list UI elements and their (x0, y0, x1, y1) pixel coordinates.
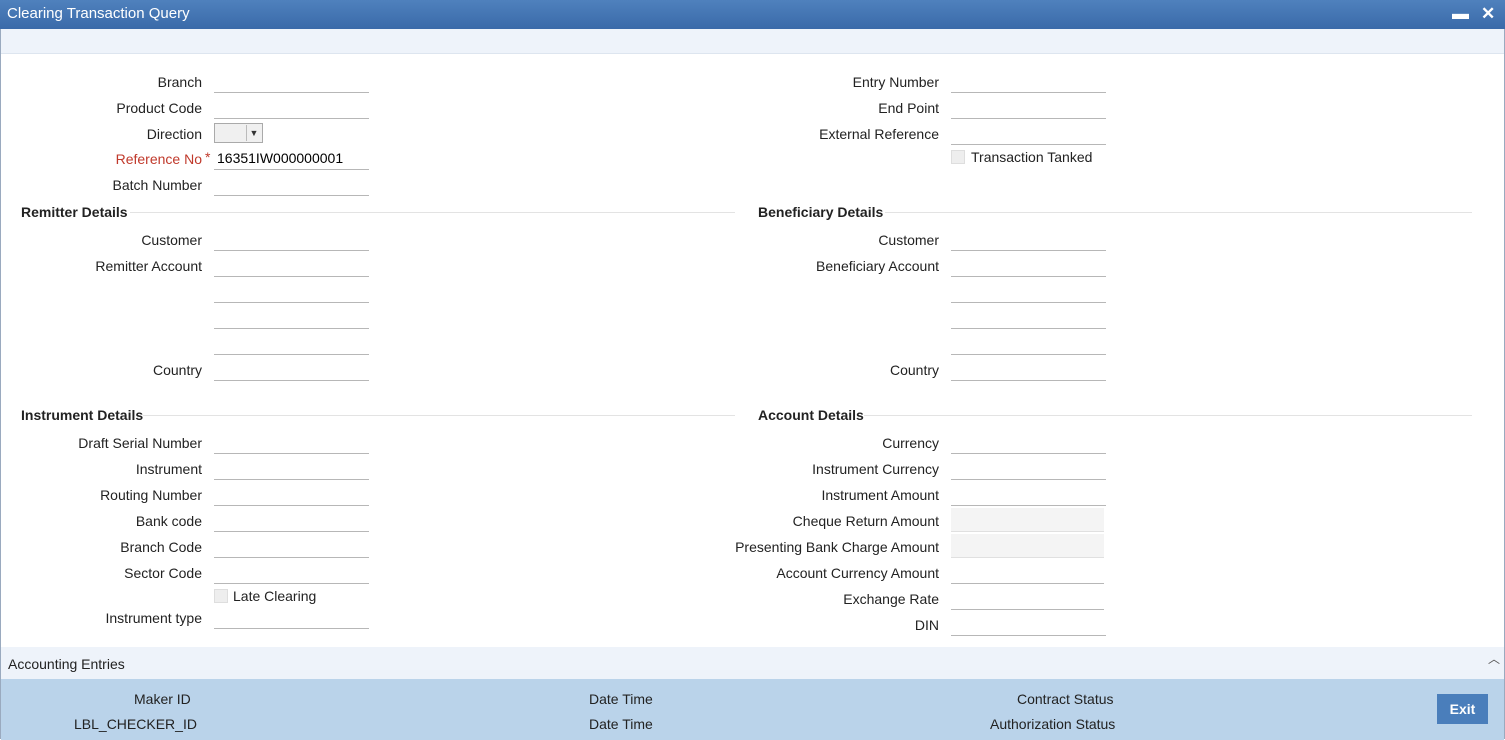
remitter-account-field[interactable] (214, 253, 369, 277)
beneficiary-customer-field[interactable] (951, 227, 1106, 251)
bank-code-label: Bank code (135, 513, 202, 529)
maker-id-label: Maker ID (134, 691, 191, 707)
draft-serial-number-field[interactable] (214, 430, 369, 454)
account-currency-amount-field[interactable] (951, 560, 1104, 584)
direction-select[interactable]: ▼ (214, 123, 263, 143)
instrument-type-field[interactable] (214, 605, 369, 629)
window-titlebar: Clearing Transaction Query ▬ ✕ (0, 0, 1505, 29)
beneficiary-account-label: Beneficiary Account (816, 258, 939, 274)
entry-number-field[interactable] (951, 69, 1106, 93)
instrument-amount-field[interactable] (951, 482, 1106, 506)
late-clearing-label: Late Clearing (233, 588, 317, 604)
draft-serial-number-label: Draft Serial Number (78, 435, 202, 451)
exchange-rate-label: Exchange Rate (843, 591, 939, 607)
transaction-tanked-checkbox[interactable] (951, 150, 965, 164)
toolbar-band (1, 29, 1504, 54)
reference-no-label: Reference No (2, 151, 202, 167)
batch-number-label: Batch Number (112, 177, 202, 193)
account-divider (864, 415, 1472, 416)
remitter-address-line-3[interactable] (214, 331, 369, 355)
beneficiary-address-line-3[interactable] (951, 331, 1106, 355)
routing-number-label: Routing Number (100, 487, 202, 503)
instrument-field[interactable] (214, 456, 369, 480)
beneficiary-divider (885, 212, 1472, 213)
exchange-rate-field[interactable] (951, 586, 1104, 610)
instrument-currency-label: Instrument Currency (812, 461, 939, 477)
currency-field[interactable] (951, 430, 1106, 454)
beneficiary-address-line-2[interactable] (951, 305, 1106, 329)
remitter-country-field[interactable] (214, 357, 369, 381)
reference-no-field[interactable] (214, 146, 369, 170)
branch-label: Branch (157, 74, 202, 90)
instrument-divider (143, 415, 735, 416)
sector-code-field[interactable] (214, 560, 369, 584)
external-reference-field[interactable] (951, 121, 1106, 145)
checker-date-time-label: Date Time (589, 716, 653, 732)
remitter-divider (130, 212, 735, 213)
din-label: DIN (914, 617, 939, 633)
account-details-title: Account Details (758, 407, 864, 423)
remitter-address-line-1[interactable] (214, 279, 369, 303)
branch-field[interactable] (214, 69, 369, 93)
product-code-label: Product Code (116, 100, 202, 116)
late-clearing-checkbox[interactable] (214, 589, 228, 603)
beneficiary-country-field[interactable] (951, 357, 1106, 381)
authorization-status-label: Authorization Status (990, 716, 1116, 732)
chevron-down-icon: ▼ (246, 125, 261, 141)
beneficiary-country-label: Country (889, 362, 939, 378)
required-mark: * (205, 149, 211, 165)
beneficiary-address-line-1[interactable] (951, 279, 1106, 303)
instrument-label: Instrument (135, 461, 202, 477)
transaction-tanked-label: Transaction Tanked (971, 149, 1093, 165)
presenting-bank-charge-field (951, 534, 1104, 558)
end-point-label: End Point (878, 100, 939, 116)
din-field[interactable] (951, 612, 1106, 636)
window-title: Clearing Transaction Query (7, 5, 190, 22)
account-currency-amount-label: Account Currency Amount (776, 565, 939, 581)
reference-no-label-text: Reference No (115, 151, 202, 167)
remitter-account-label: Remitter Account (95, 258, 202, 274)
accounting-entries-link[interactable]: Accounting Entries (8, 656, 125, 672)
remitter-address-line-2[interactable] (214, 305, 369, 329)
end-point-field[interactable] (951, 95, 1106, 119)
batch-number-field[interactable] (214, 172, 369, 196)
branch-code-field[interactable] (214, 534, 369, 558)
beneficiary-details-title: Beneficiary Details (758, 204, 884, 220)
chevron-up-icon[interactable]: ︿ (1488, 650, 1500, 667)
exit-button[interactable]: Exit (1437, 694, 1488, 724)
instrument-amount-label: Instrument Amount (821, 487, 939, 503)
branch-code-label: Branch Code (120, 539, 202, 555)
bank-code-field[interactable] (214, 508, 369, 532)
instrument-details-title: Instrument Details (21, 407, 144, 423)
cheque-return-amount-label: Cheque Return Amount (792, 513, 939, 529)
routing-number-field[interactable] (214, 482, 369, 506)
close-icon[interactable]: ✕ (1481, 3, 1495, 25)
remitter-customer-field[interactable] (214, 227, 369, 251)
contract-status-label: Contract Status (1017, 691, 1114, 707)
audit-footer (1, 679, 1504, 740)
product-code-field[interactable] (214, 95, 369, 119)
instrument-type-label: Instrument type (105, 610, 203, 626)
checker-id-label: LBL_CHECKER_ID (74, 716, 197, 732)
currency-label: Currency (882, 435, 939, 451)
beneficiary-account-field[interactable] (951, 253, 1106, 277)
maker-date-time-label: Date Time (589, 691, 653, 707)
accounting-entries-bar[interactable]: Accounting Entries ︿ (1, 647, 1504, 679)
minimize-icon[interactable]: ▬ (1452, 3, 1469, 25)
remitter-customer-label: Customer (141, 232, 202, 248)
sector-code-label: Sector Code (124, 565, 202, 581)
beneficiary-customer-label: Customer (878, 232, 939, 248)
remitter-country-label: Country (152, 362, 202, 378)
remitter-details-title: Remitter Details (21, 204, 128, 220)
cheque-return-amount-field (951, 508, 1104, 532)
entry-number-label: Entry Number (852, 74, 939, 90)
direction-label: Direction (146, 126, 202, 142)
instrument-currency-field[interactable] (951, 456, 1106, 480)
presenting-bank-charge-label: Presenting Bank Charge Amount (735, 539, 939, 555)
external-reference-label: External Reference (819, 126, 939, 142)
